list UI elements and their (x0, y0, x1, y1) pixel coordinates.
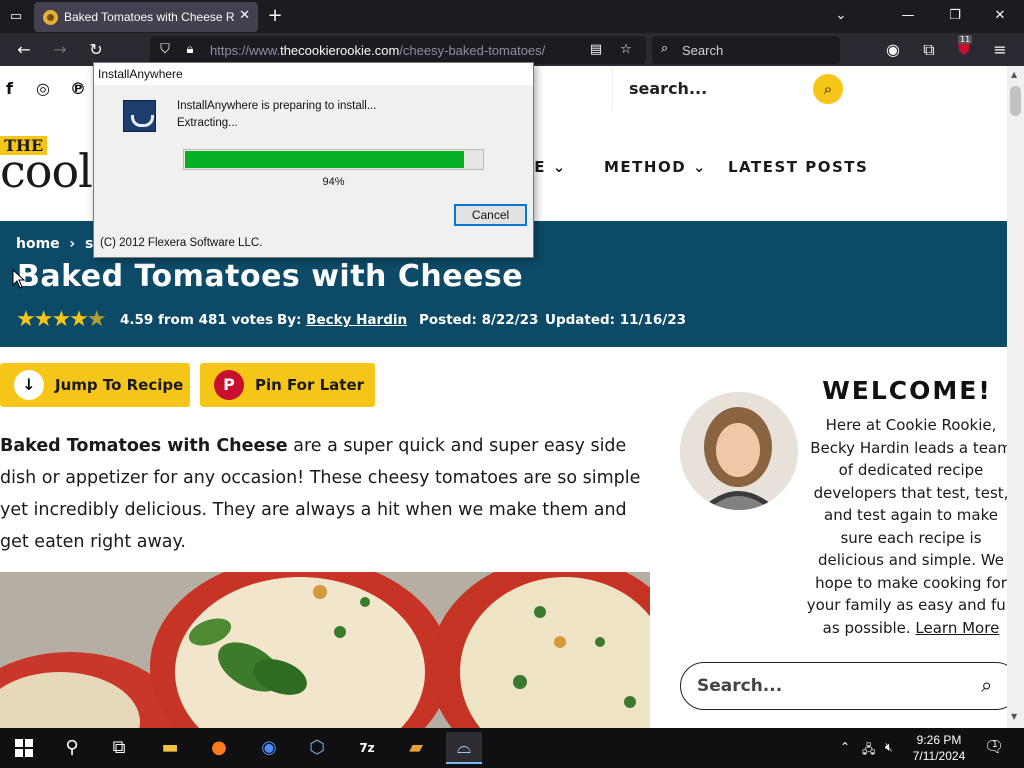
chevron-right-icon: › (64, 236, 81, 252)
intro-paragraph: Baked Tomatoes with Cheese are a super q… (0, 436, 641, 552)
browser-search-bar[interactable]: ⌕ Search (652, 36, 840, 64)
system-clock[interactable]: 9:26 PM 7/11/2024 (904, 732, 974, 764)
pinterest-icon[interactable]: ℗ (70, 79, 86, 98)
learn-more-link[interactable]: Learn More (915, 619, 999, 637)
forward-icon[interactable]: → (48, 38, 72, 62)
virtualbox-icon[interactable]: ⬡ (299, 732, 335, 764)
installer-dialog: InstallAnywhere InstallAnywhere is prepa… (93, 62, 534, 258)
back-icon[interactable]: ← (12, 38, 36, 62)
dialog-titlebar[interactable]: InstallAnywhere (94, 63, 533, 85)
updated-date: Updated: 11/16/23 (545, 312, 686, 328)
site-favicon-icon (43, 10, 58, 25)
file-explorer-icon[interactable]: ▬ (152, 732, 188, 764)
tab-overflow-chevron-icon[interactable]: ⌄ (826, 4, 856, 28)
author-avatar (680, 392, 798, 510)
extension-badge: 11 (958, 35, 973, 44)
instagram-icon[interactable]: ◎ (36, 79, 50, 98)
start-icon[interactable] (6, 732, 42, 764)
reload-icon[interactable]: ↻ (84, 38, 108, 62)
list-all-tabs-icon[interactable]: ▭ (6, 7, 26, 27)
task-view-icon[interactable]: ⧉ (101, 732, 137, 764)
pin-for-later-button[interactable]: P Pin For Later (200, 363, 375, 407)
scrollbar-thumb[interactable] (1010, 86, 1021, 116)
account-icon[interactable]: ◉ (881, 38, 905, 62)
posted-date: Posted: 8/22/23 (419, 312, 539, 328)
author-link[interactable]: Becky Hardin (306, 312, 407, 328)
7zip-icon[interactable]: 7z (349, 732, 385, 764)
sidebar-search-placeholder: Search... (697, 676, 783, 696)
arrow-down-icon: ↓ (14, 370, 44, 400)
menu-item-latest-posts[interactable]: LATEST POSTS (728, 158, 868, 176)
chevron-down-icon: ⌄ (692, 158, 707, 176)
menu-item-method[interactable]: METHOD ⌄ (604, 158, 707, 176)
install-progress-bar (183, 149, 484, 170)
new-tab-icon[interactable]: + (266, 5, 284, 27)
jump-to-recipe-button[interactable]: ↓ Jump To Recipe (0, 363, 190, 407)
page-scrollbar[interactable]: ▲ ▼ (1007, 66, 1024, 728)
search-placeholder: Search (682, 43, 724, 58)
restore-icon[interactable]: ❐ (940, 4, 970, 28)
chevron-down-icon: ⌄ (552, 158, 567, 176)
copyright-text: (C) 2012 Flexera Software LLC. (100, 237, 263, 249)
dialog-message: InstallAnywhere is preparing to install.… (177, 98, 376, 132)
lock-icon[interactable]: 🔒︎ (181, 41, 199, 59)
breadcrumb-home[interactable]: home (16, 236, 60, 252)
network-icon[interactable]: 🖧︎ (862, 740, 875, 761)
scroll-down-icon[interactable]: ▼ (1011, 712, 1017, 721)
page-title: Baked Tomatoes with Cheese (17, 259, 524, 294)
dialog-message-line1: InstallAnywhere is preparing to install.… (177, 100, 377, 112)
scroll-up-icon[interactable]: ▲ (1011, 70, 1017, 79)
recipe-photo (0, 572, 650, 728)
clock-date: 7/11/2024 (912, 749, 966, 763)
notification-count: 1 (992, 740, 998, 750)
browser-tab[interactable]: Baked Tomatoes with Cheese Re ✕ (34, 2, 258, 32)
notification-icon[interactable]: 🗨︎ 1 (984, 737, 1004, 756)
pinterest-icon: P (214, 370, 244, 400)
reader-view-icon[interactable]: ▤ (587, 41, 605, 59)
clock-time: 9:26 PM (916, 733, 962, 747)
url-bar[interactable]: ⛉ 🔒︎ https://www.thecookierookie.com/che… (150, 36, 646, 64)
dialog-body: InstallAnywhere is preparing to install.… (94, 85, 533, 257)
cancel-button[interactable]: Cancel (454, 204, 527, 226)
installanywhere-icon (123, 100, 156, 132)
dialog-title: InstallAnywhere (98, 67, 183, 81)
close-window-icon[interactable]: ✕ (985, 4, 1015, 28)
rating-stars[interactable]: ★★★★★ (16, 307, 107, 332)
progress-fill (185, 151, 464, 168)
browser-tab-bar: ▭ Baked Tomatoes with Cheese Re ✕ + ⌄ — … (0, 0, 1024, 33)
minimize-icon[interactable]: — (893, 4, 923, 28)
rating-text: 4.59 from 481 votes (120, 312, 274, 328)
search-icon[interactable]: ⌕ (981, 673, 992, 697)
author-byline: By: Becky Hardin (277, 312, 408, 328)
header-search-button-icon[interactable]: ⌕ (813, 74, 843, 104)
installanywhere-icon[interactable]: ⌓ (446, 732, 482, 764)
shield-icon[interactable]: ⛉ (156, 41, 174, 59)
url-text[interactable]: https://www.thecookierookie.com/cheesy-b… (210, 43, 545, 58)
header-search-label[interactable]: search... (629, 79, 707, 98)
header-search[interactable]: search... ⌕ (612, 66, 1007, 111)
app-icon[interactable]: ▰ (398, 732, 434, 764)
search-icon[interactable]: ⚲ (54, 732, 90, 764)
tab-title: Baked Tomatoes with Cheese Re (64, 10, 234, 24)
welcome-heading: WELCOME! (822, 376, 992, 405)
close-tab-icon[interactable]: ✕ (239, 8, 250, 23)
volume-muted-icon[interactable]: 🔇︎ (885, 740, 893, 755)
menu-icon[interactable]: ≡ (988, 38, 1012, 62)
search-icon: ⌕ (661, 41, 669, 56)
welcome-text: Here at Cookie Rookie, Becky Hardin lead… (806, 416, 1007, 637)
site-logo[interactable]: cool (0, 144, 93, 198)
progress-percent: 94% (322, 176, 345, 188)
firefox-icon[interactable]: ● (201, 732, 237, 764)
facebook-icon[interactable]: f (6, 79, 13, 98)
show-hidden-icons-icon[interactable]: ⌃ (840, 740, 850, 754)
bookmark-star-icon[interactable]: ☆ (617, 41, 635, 59)
sidebar-search-input[interactable]: Search... ⌕ (680, 662, 1007, 710)
extensions-icon[interactable]: ⧉ (917, 38, 941, 62)
dialog-message-line2: Extracting... (177, 117, 238, 129)
windows-taskbar: ⚲ ⧉ ▬ ● ◉ ⬡ 7z ▰ ⌓ ⌃ 🖧︎ 🔇︎ 9:26 PM 7/11/… (0, 728, 1024, 768)
chrome-icon[interactable]: ◉ (251, 732, 287, 764)
